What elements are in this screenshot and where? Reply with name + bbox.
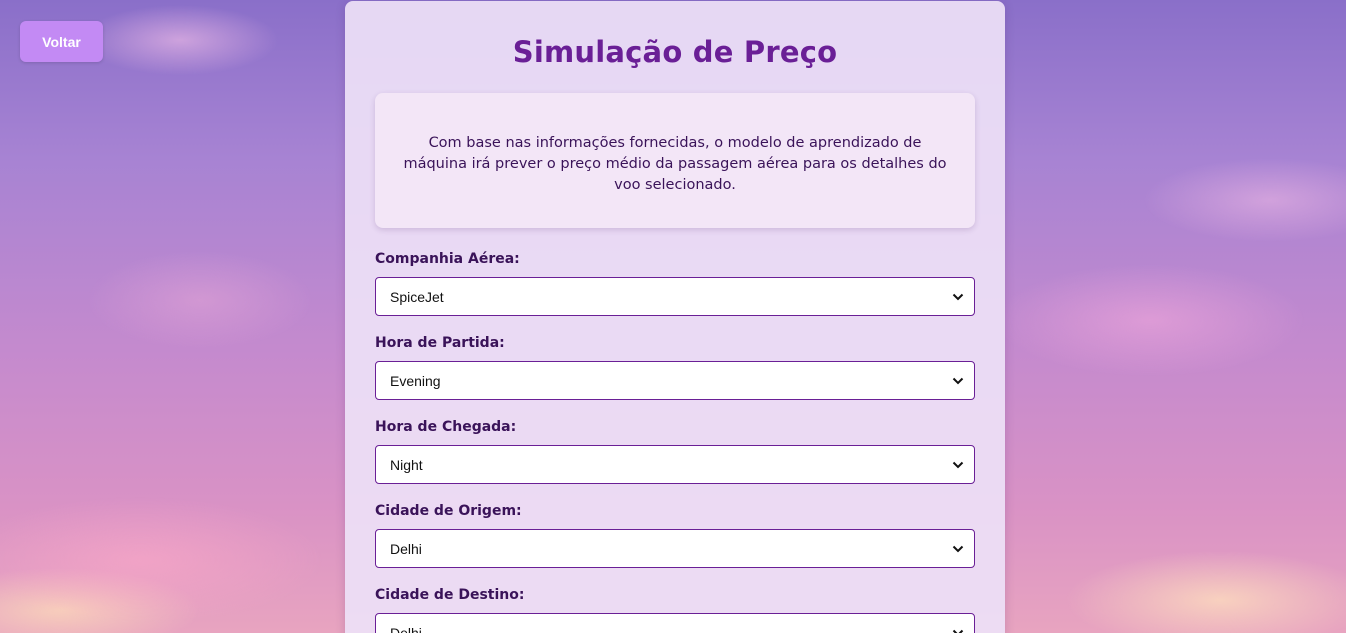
arrival-time-label: Hora de Chegada: bbox=[375, 419, 517, 435]
arrival-time-select-value: Night bbox=[390, 456, 423, 473]
destination-city-select-value: Delhi bbox=[390, 624, 422, 633]
page-title: Simulação de Preço bbox=[512, 35, 838, 69]
airline-select-value: SpiceJet bbox=[390, 288, 444, 305]
airline-label: Companhia Aérea: bbox=[375, 251, 520, 267]
arrival-time-select[interactable]: Night bbox=[375, 445, 975, 484]
chevron-down-icon bbox=[952, 461, 964, 468]
departure-time-select-value: Evening bbox=[390, 372, 441, 389]
description-text: Com base nas informações fornecidas, o m… bbox=[403, 135, 947, 193]
price-simulation-card: Simulação de Preço Com base nas informaç… bbox=[345, 1, 1005, 633]
back-button[interactable]: Voltar bbox=[20, 21, 103, 62]
airline-select[interactable]: SpiceJet bbox=[375, 277, 975, 316]
departure-time-select[interactable]: Evening bbox=[375, 361, 975, 400]
origin-city-select[interactable]: Delhi bbox=[375, 529, 975, 568]
destination-city-label: Cidade de Destino: bbox=[375, 587, 525, 603]
origin-city-label: Cidade de Origem: bbox=[375, 503, 522, 519]
info-box: Com base nas informações fornecidas, o m… bbox=[375, 93, 975, 228]
origin-city-select-value: Delhi bbox=[390, 540, 422, 557]
departure-time-label: Hora de Partida: bbox=[375, 335, 505, 351]
chevron-down-icon bbox=[952, 377, 964, 384]
chevron-down-icon bbox=[952, 545, 964, 552]
chevron-down-icon bbox=[952, 293, 964, 300]
chevron-down-icon bbox=[952, 629, 964, 633]
destination-city-select[interactable]: Delhi bbox=[375, 613, 975, 633]
